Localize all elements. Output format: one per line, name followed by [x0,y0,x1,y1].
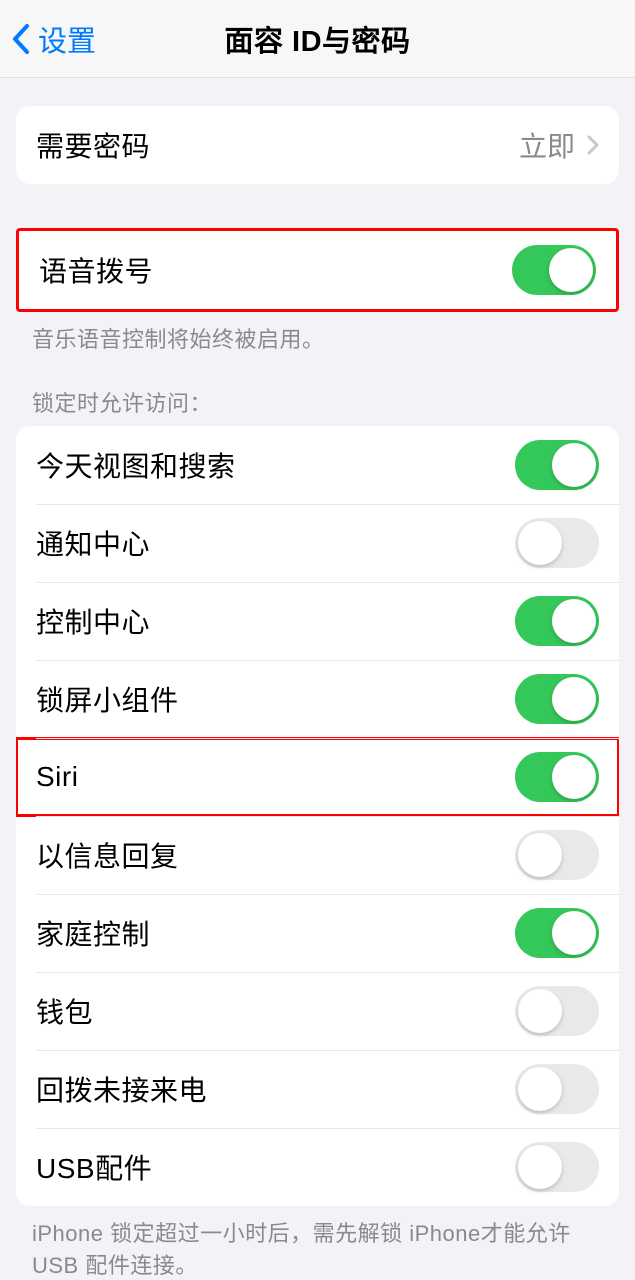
list-item-label: 通知中心 [36,523,150,563]
list-item-toggle[interactable] [515,674,599,724]
list-item-label: 回拨未接来电 [36,1069,207,1109]
chevron-left-icon [12,24,30,54]
voice-dial-label: 语音拨号 [39,250,153,290]
list-item: 今天视图和搜索 [16,426,619,504]
lock-access-header: 锁定时允许访问： [32,386,603,418]
list-item-label: 锁屏小组件 [36,679,179,719]
voice-dial-toggle[interactable] [512,245,596,295]
voice-dial-footer: 音乐语音控制将始终被启用。 [32,322,603,354]
list-item-label: 控制中心 [36,601,150,641]
passcode-group: 需要密码 立即 [16,106,619,184]
lock-access-group: 今天视图和搜索通知中心控制中心锁屏小组件 Siri 以信息回复家庭控制钱包回拨未接来… [16,426,619,1206]
require-passcode-label: 需要密码 [36,125,150,165]
list-item: Siri [16,738,619,816]
list-item: 钱包 [16,972,619,1050]
list-item-label: 钱包 [36,991,93,1031]
list-item-label: Siri [36,761,78,793]
navigation-bar: 设置 面容 ID与密码 [0,0,635,78]
list-item: 通知中心 [16,504,619,582]
list-item: 锁屏小组件 [16,660,619,738]
list-item-toggle[interactable] [515,1142,599,1192]
back-label: 设置 [38,18,96,60]
list-item-label: 今天视图和搜索 [36,445,236,485]
list-item-label: 以信息回复 [36,835,179,875]
list-item: 控制中心 [16,582,619,660]
list-item: 回拨未接来电 [16,1050,619,1128]
list-item: 以信息回复 [16,816,619,894]
list-item-toggle[interactable] [515,908,599,958]
list-item: USB配件 [16,1128,619,1206]
require-passcode-value: 立即 [519,125,599,165]
list-item-label: 家庭控制 [36,913,150,953]
list-item: 家庭控制 [16,894,619,972]
list-item-toggle[interactable] [515,986,599,1036]
list-item-toggle[interactable] [515,440,599,490]
list-item-toggle[interactable] [515,518,599,568]
list-item-label: USB配件 [36,1147,152,1187]
require-passcode-row[interactable]: 需要密码 立即 [16,106,619,184]
page-title: 面容 ID与密码 [224,18,410,60]
chevron-right-icon [587,135,599,155]
back-button[interactable]: 设置 [12,18,96,60]
list-item-toggle[interactable] [515,1064,599,1114]
lock-access-footer: iPhone 锁定超过一小时后，需先解锁 iPhone才能允许USB 配件连接。 [32,1216,603,1280]
voice-dial-row: 语音拨号 [19,231,616,309]
list-item-toggle[interactable] [515,596,599,646]
list-item-toggle[interactable] [515,830,599,880]
list-item-toggle[interactable] [515,752,599,802]
voice-dial-group: 语音拨号 [16,228,619,312]
